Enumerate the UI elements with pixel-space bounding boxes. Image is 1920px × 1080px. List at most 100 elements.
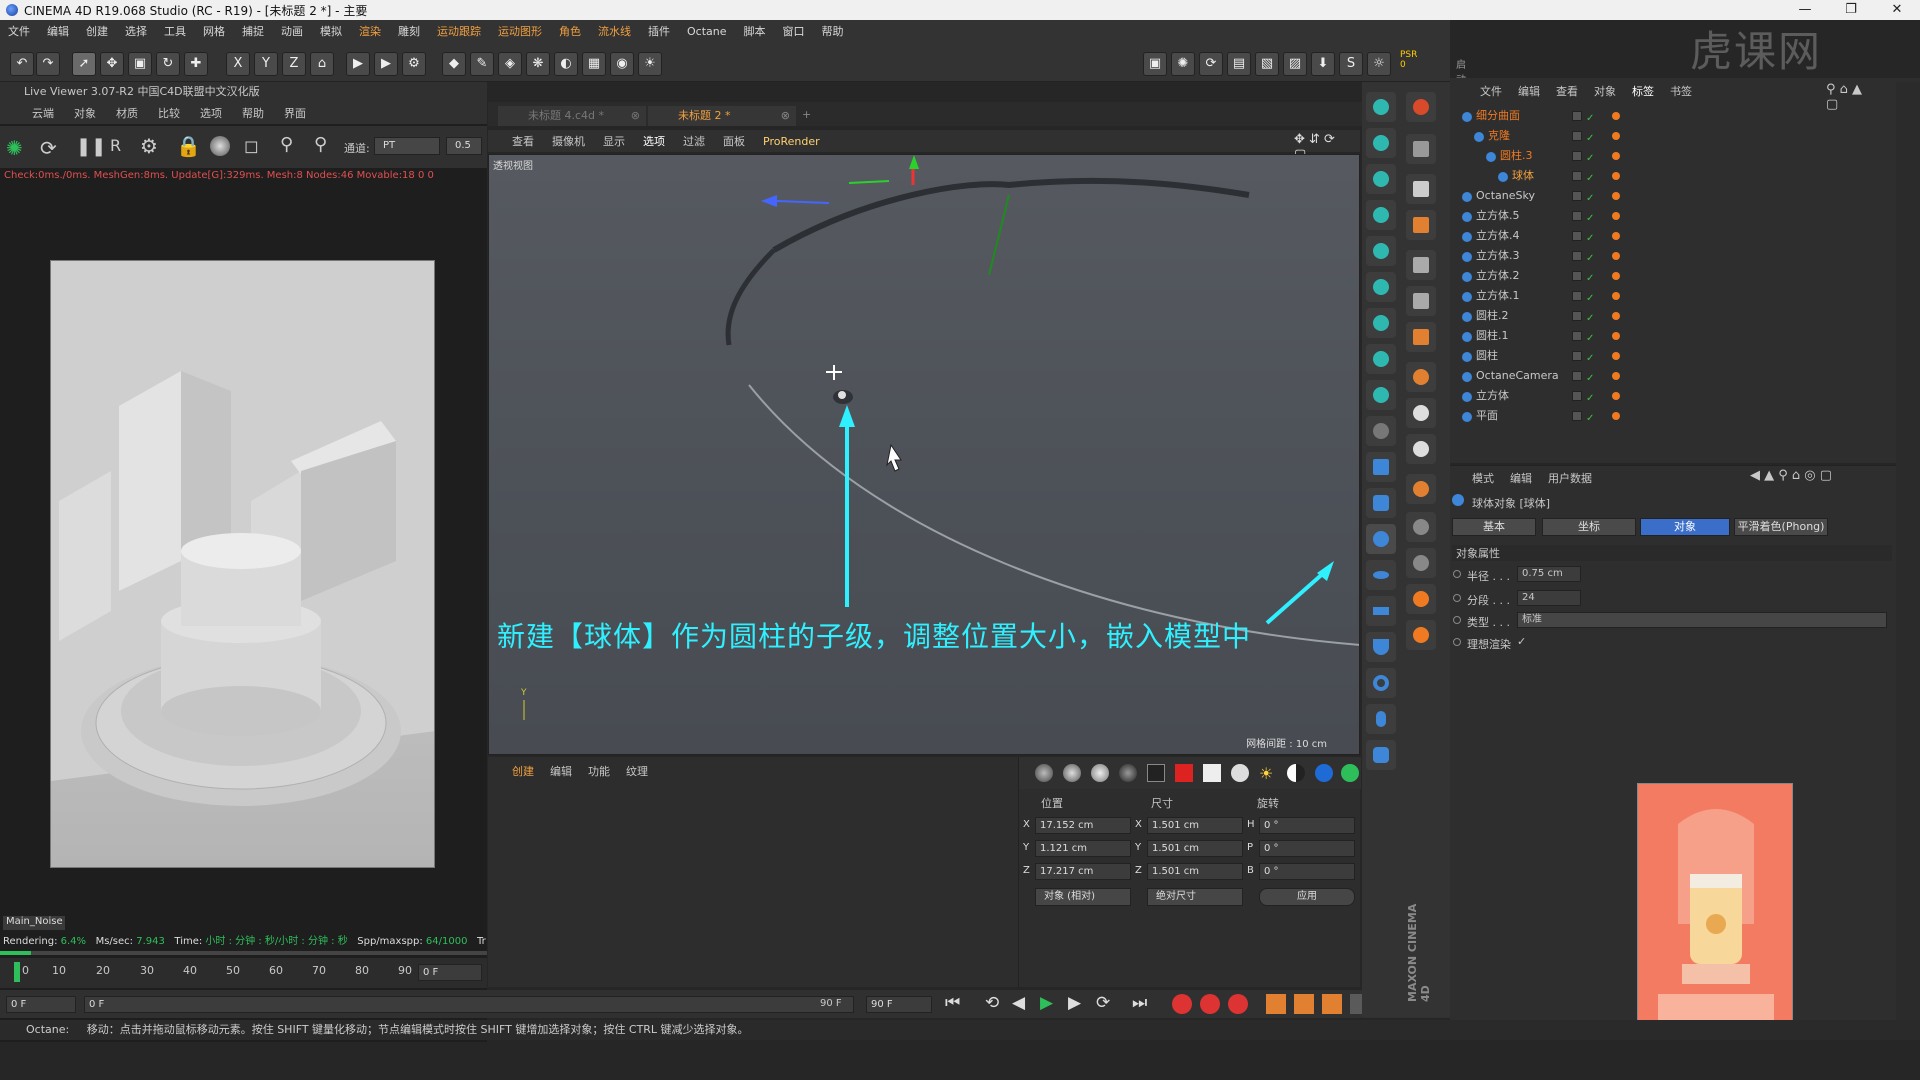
- menu-select[interactable]: 选择: [125, 23, 147, 39]
- grid-snap-icon[interactable]: [1406, 548, 1436, 578]
- tag-icon[interactable]: [1612, 252, 1620, 260]
- vp-menu-panel[interactable]: 面板: [723, 133, 745, 149]
- solo-s-icon[interactable]: [1406, 434, 1436, 464]
- visibility-toggle[interactable]: [1572, 331, 1582, 341]
- minimize-button[interactable]: —: [1782, 0, 1828, 20]
- boolean-icon[interactable]: [1366, 308, 1396, 338]
- object-row[interactable]: 圆柱.1 ✓: [1452, 326, 1892, 346]
- menu-snap[interactable]: 捕捉: [242, 23, 264, 39]
- menu-plugins[interactable]: 插件: [648, 23, 670, 39]
- channel-value-field[interactable]: 0.5: [446, 137, 482, 155]
- lock-icon[interactable]: 🔒: [176, 134, 201, 158]
- tag-icon[interactable]: [1612, 152, 1620, 160]
- daylight-icon[interactable]: ☀: [1259, 764, 1273, 783]
- visibility-toggle[interactable]: [1572, 411, 1582, 421]
- subdivision-icon[interactable]: ◈: [498, 52, 522, 76]
- size-y-field[interactable]: 1.501 cm: [1147, 840, 1243, 857]
- workplane-icon[interactable]: [1406, 474, 1436, 504]
- object-row[interactable]: 圆柱.3 ✓: [1452, 146, 1892, 166]
- object-name[interactable]: 圆柱.3: [1500, 146, 1533, 166]
- go-to-end-icon[interactable]: ⏭: [1132, 993, 1147, 1013]
- cube-primitive-icon[interactable]: [1366, 452, 1396, 482]
- menu-character[interactable]: 角色: [559, 23, 581, 39]
- region-render-icon[interactable]: R: [110, 136, 121, 155]
- current-frame-field[interactable]: 0 F: [418, 964, 482, 981]
- material-ball-icon[interactable]: [210, 136, 230, 156]
- coordinate-mode-select[interactable]: 对象 (相对): [1035, 888, 1131, 906]
- point-mode-icon[interactable]: [1406, 322, 1436, 352]
- am-menu-user-data[interactable]: 用户数据: [1548, 470, 1592, 486]
- object-name[interactable]: 立方体.2: [1476, 266, 1520, 286]
- auto-key-icon[interactable]: [1200, 994, 1220, 1014]
- rotation-b-field[interactable]: 0 °: [1259, 863, 1355, 880]
- plane-primitive-icon[interactable]: [1366, 596, 1396, 626]
- snap-magnet-icon[interactable]: [1406, 398, 1436, 428]
- tag-icon[interactable]: [1612, 312, 1620, 320]
- object-row[interactable]: OctaneSky ✓: [1452, 186, 1892, 206]
- tag-icon[interactable]: [1612, 332, 1620, 340]
- object-name[interactable]: 圆柱: [1476, 346, 1498, 366]
- render-picture-viewer-icon[interactable]: ▶: [374, 52, 398, 76]
- menu-animate[interactable]: 动画: [281, 23, 303, 39]
- octane-sun-icon[interactable]: ☼: [1367, 52, 1391, 76]
- am-menu-edit[interactable]: 编辑: [1510, 470, 1532, 486]
- position-z-field[interactable]: 17.217 cm: [1035, 863, 1131, 880]
- object-row[interactable]: 立方体 ✓: [1452, 386, 1892, 406]
- edit-cube-icon[interactable]: [1406, 134, 1436, 164]
- octane-s-icon[interactable]: S: [1339, 52, 1363, 76]
- vp-menu-display[interactable]: 显示: [603, 133, 625, 149]
- axis-icon[interactable]: [1406, 362, 1436, 392]
- object-name[interactable]: 克隆: [1488, 126, 1510, 146]
- coordinate-system-icon[interactable]: ⌂: [310, 52, 334, 76]
- tag-icon[interactable]: [1612, 352, 1620, 360]
- visibility-toggle[interactable]: [1572, 151, 1582, 161]
- segments-field[interactable]: 24: [1517, 590, 1581, 606]
- sphere-primitive-icon[interactable]: [1366, 524, 1396, 554]
- vp-menu-options[interactable]: 选项: [643, 133, 665, 149]
- lv-menu-interface[interactable]: 界面: [284, 105, 306, 121]
- lv-menu-materials[interactable]: 材质: [116, 105, 138, 121]
- object-name[interactable]: 立方体.1: [1476, 286, 1520, 306]
- deformer-icon[interactable]: ◐: [554, 52, 578, 76]
- move-tool-icon[interactable]: ✥: [100, 52, 124, 76]
- type-anim-dot[interactable]: [1453, 616, 1461, 624]
- object-name[interactable]: 圆柱.2: [1476, 306, 1509, 326]
- mm-menu-edit[interactable]: 编辑: [550, 763, 572, 779]
- lv-menu-compare[interactable]: 比较: [158, 105, 180, 121]
- grid-plane-icon[interactable]: [1406, 210, 1436, 240]
- tab-phong[interactable]: 平滑着色(Phong): [1734, 518, 1828, 536]
- perfect-anim-dot[interactable]: [1453, 638, 1461, 646]
- diffuse-material-icon[interactable]: [1035, 764, 1053, 782]
- size-mode-select[interactable]: 绝对尺寸: [1147, 888, 1243, 906]
- visibility-toggle[interactable]: [1572, 211, 1582, 221]
- play-icon[interactable]: ▶: [1040, 993, 1053, 1013]
- enable-check-icon[interactable]: ✓: [1586, 409, 1594, 429]
- lock-grid-icon[interactable]: [1406, 512, 1436, 542]
- tag-icon[interactable]: [1612, 212, 1620, 220]
- visibility-toggle[interactable]: [1572, 171, 1582, 181]
- timeline-ruler[interactable]: 0 10 20 30 40 50 60 70 80 90 0 F: [0, 958, 487, 988]
- am-nav-icons[interactable]: ◀ ▲ ⚲ ⌂ ◎ ▢: [1750, 468, 1832, 483]
- tag-icon[interactable]: [1612, 192, 1620, 200]
- bezier-icon[interactable]: [1366, 272, 1396, 302]
- environment-icon[interactable]: [1315, 764, 1333, 782]
- cube-icon[interactable]: ◆: [442, 52, 466, 76]
- object-name[interactable]: OctaneSky: [1476, 186, 1535, 206]
- z-axis-icon[interactable]: Z: [282, 52, 306, 76]
- menu-script[interactable]: 脚本: [744, 23, 766, 39]
- am-menu-mode[interactable]: 模式: [1472, 470, 1494, 486]
- object-row[interactable]: 立方体.5 ✓: [1452, 206, 1892, 226]
- om-menu-bookmarks[interactable]: 书签: [1670, 83, 1692, 99]
- menu-mesh[interactable]: 网格: [203, 23, 225, 39]
- array-icon[interactable]: ❋: [526, 52, 550, 76]
- position-x-field[interactable]: 17.152 cm: [1035, 817, 1131, 834]
- object-row[interactable]: OctaneCamera ✓: [1452, 366, 1892, 386]
- om-menu-tags[interactable]: 标签: [1632, 83, 1654, 99]
- render-view-icon[interactable]: ▶: [346, 52, 370, 76]
- menu-help[interactable]: 帮助: [822, 23, 844, 39]
- object-row[interactable]: 立方体.3 ✓: [1452, 246, 1892, 266]
- tag-icon[interactable]: [1612, 112, 1620, 120]
- tab-coordinates[interactable]: 坐标: [1542, 518, 1636, 536]
- segments-anim-dot[interactable]: [1453, 594, 1461, 602]
- menu-octane[interactable]: Octane: [687, 25, 727, 38]
